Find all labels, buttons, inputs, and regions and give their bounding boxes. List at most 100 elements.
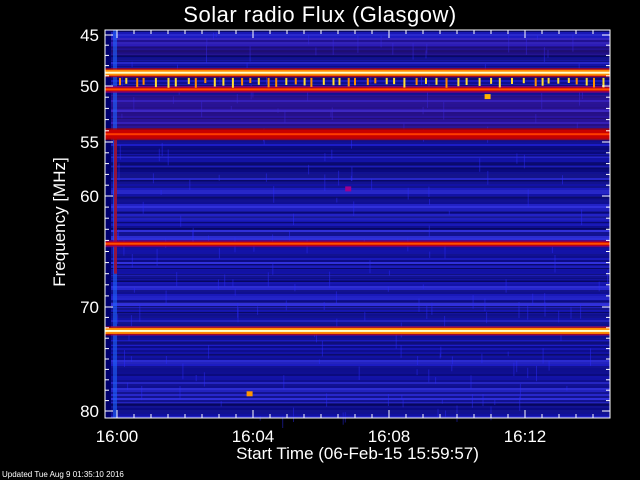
texture-tick bbox=[516, 360, 518, 373]
spike bbox=[354, 77, 356, 86]
spike bbox=[285, 77, 288, 86]
texture-tick bbox=[580, 304, 582, 319]
texture-tick bbox=[369, 260, 371, 274]
noise-row bbox=[105, 206, 610, 208]
spike bbox=[445, 77, 448, 88]
texture-tick bbox=[118, 229, 119, 241]
dark-striation bbox=[105, 155, 610, 157]
texture-tick bbox=[294, 283, 296, 292]
spike bbox=[303, 77, 306, 86]
texture-tick bbox=[353, 201, 355, 217]
noise-row bbox=[105, 320, 610, 322]
noise-row bbox=[105, 252, 610, 254]
noise-row bbox=[105, 324, 610, 326]
texture-tick bbox=[428, 186, 430, 197]
noise-row bbox=[105, 392, 610, 394]
spike bbox=[231, 77, 234, 88]
texture-tick bbox=[119, 145, 121, 160]
noise-row bbox=[105, 298, 610, 300]
dark-striation bbox=[105, 343, 610, 345]
noise-row bbox=[105, 262, 610, 264]
dark-striation bbox=[105, 167, 610, 169]
spike bbox=[478, 77, 481, 86]
noise-row bbox=[105, 32, 610, 34]
noise-row bbox=[105, 266, 610, 268]
texture-tick bbox=[289, 230, 290, 241]
texture-tick bbox=[516, 153, 518, 164]
texture-tick bbox=[165, 290, 167, 306]
spike bbox=[490, 77, 493, 84]
x-axis-label: Start Time (06-Feb-15 15:59:57) bbox=[236, 444, 479, 463]
spike bbox=[275, 77, 278, 87]
noise-row bbox=[105, 190, 610, 192]
texture-tick bbox=[441, 399, 443, 404]
dark-striation bbox=[105, 180, 610, 182]
texture-tick bbox=[435, 377, 437, 384]
band-core bbox=[105, 242, 610, 245]
dark-striation bbox=[105, 268, 610, 269]
noise-row bbox=[105, 64, 610, 66]
texture-tick bbox=[234, 288, 236, 296]
noise-row bbox=[105, 414, 610, 416]
spike bbox=[119, 77, 121, 86]
dark-striation bbox=[105, 197, 610, 199]
noise-row bbox=[105, 348, 610, 350]
texture-tick bbox=[156, 248, 158, 266]
noise-row bbox=[105, 184, 610, 186]
noise-row bbox=[105, 182, 610, 184]
noise-row bbox=[105, 382, 610, 384]
noise-row bbox=[105, 352, 610, 354]
hot-spot bbox=[484, 94, 491, 100]
spike bbox=[575, 77, 578, 85]
noise-row bbox=[105, 380, 610, 382]
texture-tick bbox=[371, 178, 373, 190]
spike bbox=[136, 77, 139, 88]
y-tick-label: 45 bbox=[80, 26, 99, 45]
texture-tick bbox=[152, 173, 154, 184]
texture-tick bbox=[519, 383, 521, 400]
dark-striation bbox=[105, 311, 610, 313]
noise-row bbox=[105, 350, 610, 352]
texture-tick bbox=[158, 148, 160, 162]
noise-row bbox=[105, 286, 610, 288]
band-core bbox=[105, 88, 610, 91]
noise-row bbox=[105, 400, 610, 402]
noise-row bbox=[105, 258, 610, 260]
noise-row bbox=[105, 160, 610, 162]
texture-tick bbox=[429, 251, 431, 258]
texture-tick bbox=[428, 225, 430, 238]
noise-row bbox=[105, 82, 610, 84]
noise-row bbox=[105, 276, 610, 278]
noise-row bbox=[105, 378, 610, 380]
dark-striation bbox=[105, 55, 610, 57]
texture-tick bbox=[544, 302, 546, 317]
texture-tick bbox=[554, 255, 556, 273]
texture-tick bbox=[548, 360, 550, 371]
texture-tick bbox=[364, 311, 366, 321]
noise-row bbox=[105, 294, 610, 296]
texture-tick bbox=[180, 215, 182, 227]
texture-tick bbox=[257, 306, 259, 315]
dark-striation bbox=[105, 30, 610, 32]
spike bbox=[522, 77, 525, 84]
dark-striation bbox=[105, 84, 610, 86]
texture-tick bbox=[429, 199, 430, 205]
texture-tick bbox=[426, 305, 428, 319]
texture-tick bbox=[401, 394, 403, 400]
band-core bbox=[105, 133, 610, 136]
y-tick-label: 55 bbox=[80, 133, 99, 152]
texture-tick bbox=[165, 356, 167, 364]
texture-tick bbox=[293, 213, 294, 226]
dark-striation bbox=[105, 341, 610, 343]
noise-row bbox=[105, 388, 610, 390]
noise-row bbox=[105, 336, 610, 338]
spectrogram-chart: 45505560708016:00 16:04 16:08 16:12 bbox=[80, 26, 611, 446]
noise-row bbox=[105, 142, 610, 144]
texture-tick bbox=[335, 291, 337, 304]
noise-row bbox=[105, 292, 610, 294]
texture-tick bbox=[139, 304, 141, 322]
texture-tick bbox=[598, 281, 600, 292]
texture-tick bbox=[224, 274, 226, 287]
noise-row bbox=[105, 390, 610, 392]
texture-tick bbox=[336, 197, 338, 203]
